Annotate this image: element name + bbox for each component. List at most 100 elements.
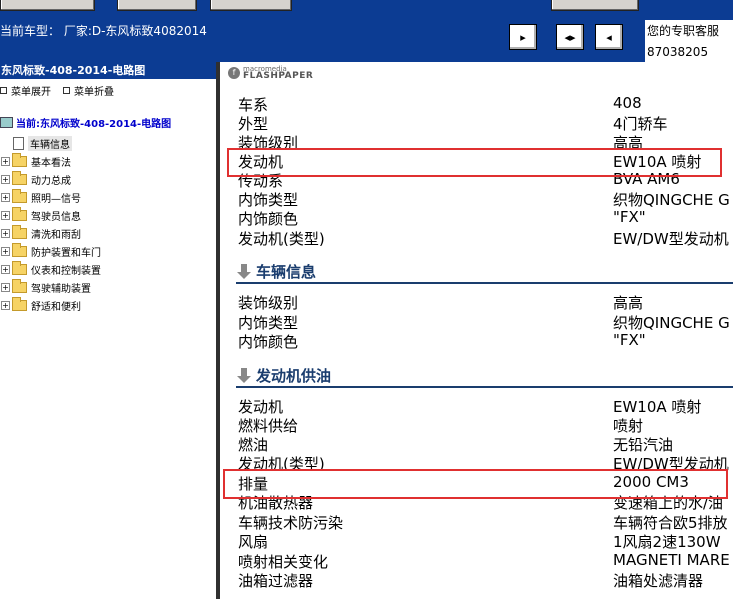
down-arrow-icon (236, 263, 252, 280)
flashpaper-product: FLASHPAPER (243, 71, 314, 81)
arrows-outward-icon: ◂▸ (564, 30, 576, 44)
spec-key: 发动机 (238, 398, 284, 416)
expand-plus-icon[interactable]: + (1, 210, 10, 220)
expand-plus-icon[interactable]: + (1, 192, 10, 202)
spec-row: 燃油 无铅汽油 (238, 434, 733, 454)
toolbar-button-4[interactable] (551, 0, 639, 11)
menu-expand-button[interactable]: 菜单展开 (0, 83, 51, 98)
tree-item-instruments[interactable]: + 仪表和控制装置 (0, 260, 216, 278)
section-divider (236, 282, 733, 284)
collapse-icon (63, 87, 70, 94)
page-fit-button[interactable]: ▸ (509, 24, 537, 50)
spec-row: 内饰类型 织物QINGCHE G (238, 312, 733, 332)
expand-plus-icon[interactable]: + (1, 282, 10, 292)
spec-value: 1风扇2速130W (613, 533, 721, 551)
tree-item-label: 车辆信息 (28, 135, 72, 151)
spec-key: 内饰颜色 (238, 210, 299, 228)
expand-plus-icon[interactable]: + (1, 228, 10, 238)
page-width-button[interactable]: ◂▸ (556, 24, 584, 50)
spec-value: "FX" (613, 331, 646, 349)
spec-value: EW/DW型发动机 (613, 230, 729, 248)
spec-row: 燃料供给 喷射 (238, 415, 733, 435)
section-title: 车辆信息 (256, 263, 317, 281)
tree-item-basic[interactable]: + 基本看法 (0, 152, 216, 170)
arrow-left-icon: ◂ (606, 30, 612, 44)
tree-item-label: 基本看法 (31, 157, 71, 169)
expand-plus-icon[interactable]: + (1, 246, 10, 256)
service-contact-box: 您的专职客服 87038205 (645, 20, 733, 62)
tree-item-vehicle-info[interactable]: 车辆信息 (0, 134, 216, 152)
left-panel-title: 东风标致-408-2014-电路图 (0, 62, 216, 79)
section-heading-vehicle-info: 车辆信息 (236, 261, 316, 282)
spec-row: 内饰颜色 "FX" (238, 331, 733, 351)
toolbar-button-1[interactable] (0, 0, 95, 11)
spec-row: 装饰级别 高高 (238, 292, 733, 312)
folder-icon (12, 188, 27, 203)
spec-row: 外型 4门轿车 (238, 113, 733, 133)
tree-item-label: 舒适和便利 (31, 301, 81, 313)
folder-icon (12, 278, 27, 293)
section-heading-fuel-supply: 发动机供油 (236, 365, 331, 386)
tree-item-protection-doors[interactable]: + 防护装置和车门 (0, 242, 216, 260)
spec-row: 油箱过滤器 油箱处滤清器 (238, 570, 733, 590)
tree-item-label: 清洗和雨刮 (31, 229, 81, 241)
tree-root-label: 当前:东风标致-408-2014-电路图 (16, 119, 172, 130)
tree-item-lighting[interactable]: + 照明—信号 (0, 188, 216, 206)
menu-collapse-button[interactable]: 菜单折叠 (63, 83, 114, 98)
folder-icon (12, 242, 27, 257)
tree-list: 车辆信息 + 基本看法 + 动力总成 + 照明—信号 + 驾驶员信息 + 清洗和… (0, 134, 216, 314)
left-navigation-panel: 东风标致-408-2014-电路图 菜单展开 菜单折叠 当前:东风标致-408-… (0, 62, 216, 599)
toolbar-button-2[interactable] (117, 0, 197, 11)
spec-row: 车系 408 (238, 94, 733, 114)
expand-plus-icon[interactable]: + (1, 264, 10, 274)
expand-plus-icon[interactable]: + (1, 174, 10, 184)
tree-item-powertrain[interactable]: + 动力总成 (0, 170, 216, 188)
spec-key: 装饰级别 (238, 294, 299, 312)
top-toolbar: 当前车型： 厂家:D-东风标致4082014 ▸ ◂▸ ◂ 您的专职客服 870… (0, 0, 733, 62)
tree-item-label: 驾驶辅助装置 (31, 283, 91, 295)
spec-key: 车辆技术防污染 (238, 514, 344, 532)
spec-value: 织物QINGCHE G (613, 191, 730, 209)
toolbar-button-3[interactable] (210, 0, 292, 11)
spec-value: 车辆符合欧5排放 (613, 514, 728, 532)
folder-icon (12, 152, 27, 167)
tree-item-label: 照明—信号 (31, 193, 81, 205)
spec-key: 燃油 (238, 436, 269, 454)
expand-plus-icon[interactable]: + (1, 300, 10, 310)
spec-value: 无铅汽油 (613, 436, 674, 454)
document-viewer[interactable]: f macromedia FLASHPAPER 车系 408 外型 4门轿车 装… (220, 62, 733, 599)
spec-value: MAGNETI MARE (613, 551, 730, 569)
spec-key: 油箱过滤器 (238, 572, 314, 590)
current-car-type: 当前车型： 厂家:D-东风标致4082014 (0, 24, 207, 38)
computer-icon (0, 117, 13, 128)
spec-key: 喷射相关变化 (238, 553, 329, 571)
spec-value: EW10A 喷射 (613, 398, 702, 416)
folder-icon (12, 260, 27, 275)
spec-value: 高高 (613, 294, 644, 312)
expand-icon (0, 87, 7, 94)
folder-icon (12, 206, 27, 221)
spec-value: "FX" (613, 208, 646, 226)
spec-row: 风扇 1风扇2速130W (238, 531, 733, 551)
service-number: 87038205 (647, 45, 709, 59)
tree-item-label: 动力总成 (31, 175, 71, 187)
arrow-right-icon: ▸ (520, 30, 526, 44)
tree-root[interactable]: 当前:东风标致-408-2014-电路图 (0, 115, 171, 130)
expand-plus-icon[interactable]: + (1, 156, 10, 166)
page-next-button[interactable]: ◂ (595, 24, 623, 50)
highlight-box-displacement (223, 469, 728, 499)
document-icon (13, 136, 24, 150)
spec-row: 内饰类型 织物QINGCHE G (238, 189, 733, 209)
spec-value: 408 (613, 94, 642, 112)
tree-item-driving-assist[interactable]: + 驾驶辅助装置 (0, 278, 216, 296)
tree-item-comfort[interactable]: + 舒适和便利 (0, 296, 216, 314)
tree-item-wash-wipe[interactable]: + 清洗和雨刮 (0, 224, 216, 242)
spec-value: 油箱处滤清器 (613, 572, 704, 590)
tree-item-label: 防护装置和车门 (31, 247, 101, 259)
spec-row: 内饰颜色 "FX" (238, 208, 733, 228)
tree-item-driver-info[interactable]: + 驾驶员信息 (0, 206, 216, 224)
tree-item-label: 仪表和控制装置 (31, 265, 101, 277)
spec-key: 外型 (238, 115, 269, 133)
menu-controls: 菜单展开 菜单折叠 (0, 83, 114, 98)
spec-key: 车系 (238, 96, 269, 114)
